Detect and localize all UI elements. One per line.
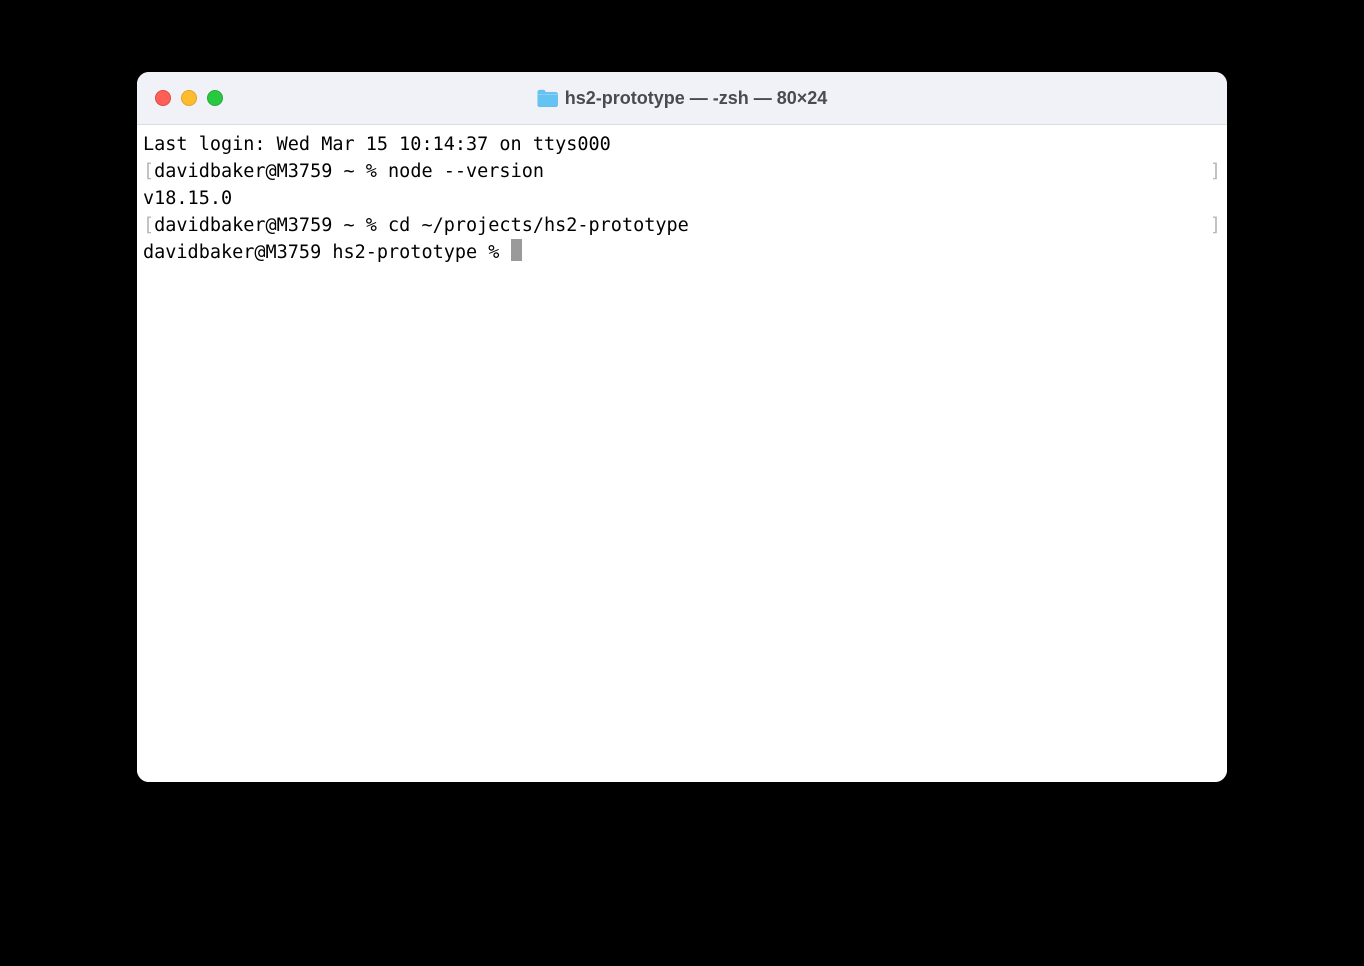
window-title: hs2-prototype — -zsh — 80×24 xyxy=(537,88,828,109)
close-button[interactable] xyxy=(155,90,171,106)
prompt-bracket-left: [ xyxy=(143,212,154,239)
prompt-text: davidbaker@M3759 ~ % xyxy=(154,158,388,185)
minimize-button[interactable] xyxy=(181,90,197,106)
traffic-lights xyxy=(155,90,223,106)
terminal-content[interactable]: Last login: Wed Mar 15 10:14:37 on ttys0… xyxy=(137,125,1227,782)
prompt-bracket-right: ] xyxy=(1210,212,1221,239)
last-login-text: Last login: Wed Mar 15 10:14:37 on ttys0… xyxy=(143,131,611,158)
terminal-line: davidbaker@M3759 hs2-prototype % xyxy=(143,239,1221,266)
cursor xyxy=(511,239,522,261)
terminal-window: hs2-prototype — -zsh — 80×24 Last login:… xyxy=(137,72,1227,782)
maximize-button[interactable] xyxy=(207,90,223,106)
output-text: v18.15.0 xyxy=(143,185,232,212)
prompt-bracket-right: ] xyxy=(1210,158,1221,185)
command-text: node --version xyxy=(388,158,544,185)
prompt-text: davidbaker@M3759 ~ % xyxy=(154,212,388,239)
command-text: cd ~/projects/hs2-prototype xyxy=(388,212,689,239)
prompt-text: davidbaker@M3759 hs2-prototype % xyxy=(143,239,511,266)
window-titlebar[interactable]: hs2-prototype — -zsh — 80×24 xyxy=(137,72,1227,125)
prompt-bracket-left: [ xyxy=(143,158,154,185)
terminal-line: Last login: Wed Mar 15 10:14:37 on ttys0… xyxy=(143,131,1221,158)
terminal-line: v18.15.0 xyxy=(143,185,1221,212)
folder-icon xyxy=(537,89,559,107)
terminal-line: [davidbaker@M3759 ~ % cd ~/projects/hs2-… xyxy=(143,212,1221,239)
window-title-text: hs2-prototype — -zsh — 80×24 xyxy=(565,88,828,109)
terminal-line: [davidbaker@M3759 ~ % node --version] xyxy=(143,158,1221,185)
